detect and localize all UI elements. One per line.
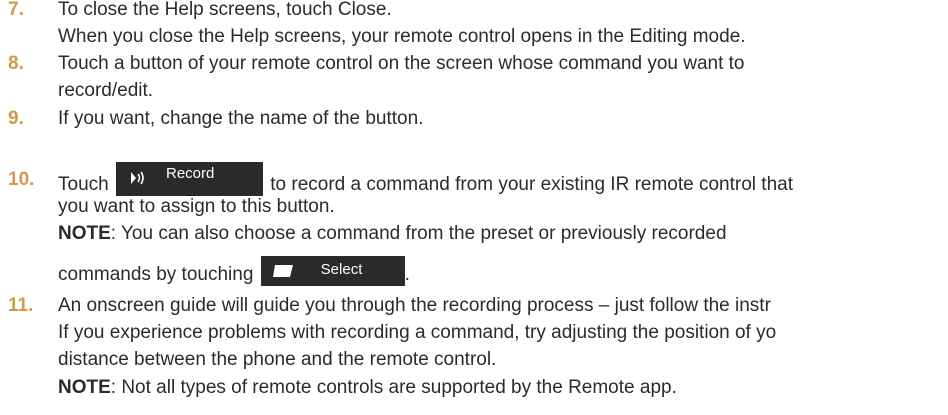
step-10-note: NOTE: You can also choose a command from… [58,222,727,246]
step-9-line-1: If you want, change the name of the butt… [58,108,424,129]
note-label: NOTE [58,223,111,244]
step-10-text-before: Touch [58,174,109,196]
step-11-line-2: If you experience problems with recordin… [58,322,777,343]
record-button: Record [115,162,263,196]
step-11-note: NOTE: Not all types of remote controls a… [58,376,677,400]
note-label: NOTE [58,377,111,398]
step-7-line-1: To close the Help screens, touch Close. [58,0,392,20]
note-text: : Not all types of remote controls are s… [110,377,677,398]
step-number-8: 8. [8,53,24,74]
step-7-line-2: When you close the Help screens, your re… [58,26,746,47]
step-10-text-after: to record a command from your existing I… [270,174,793,196]
step-number-7: 7. [8,0,24,20]
step-number-11: 11. [8,295,34,316]
step-8-line-2: record/edit. [58,80,154,101]
step-11-line-3: distance between the phone and the remot… [58,349,497,370]
note-line-2-end: . [404,264,410,286]
select-button-label: Select [320,261,363,278]
note-text: : You can also choose a command from the… [110,223,727,244]
step-11-line-1: An onscreen guide will guide you through… [58,295,771,316]
step-number-10: 10. [8,169,35,190]
record-button-label: Record [165,165,215,182]
step-number-9: 9. [8,108,24,129]
step-10-note-line-2: commands by touching Select . [58,256,410,290]
select-button: Select [260,256,405,286]
step-10-line-2: you want to assign to this button. [58,196,335,217]
note-line-2-text: commands by touching [58,264,254,286]
step-8-line-1: Touch a button of your remote control on… [58,53,745,74]
manual-page: 7. To close the Help screens, touch Clos… [0,0,948,415]
folder-icon [272,265,293,277]
broadcast-icon [130,171,144,185]
